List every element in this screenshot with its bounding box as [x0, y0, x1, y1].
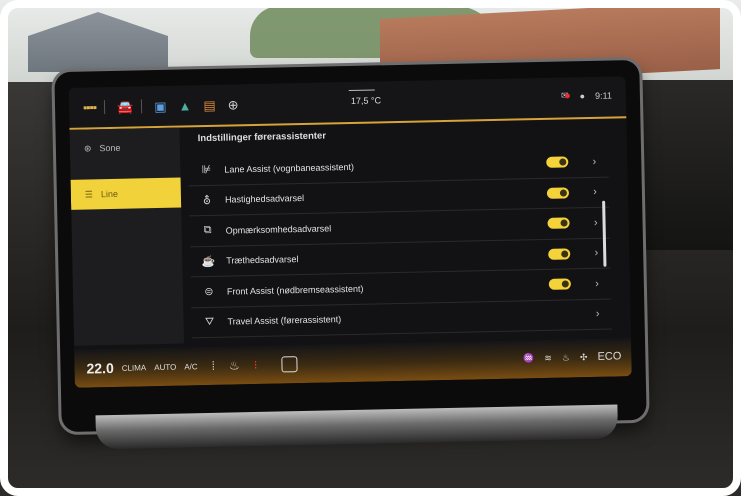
row-label: Front Assist (nødbremseassistent) — [226, 283, 364, 297]
sidebar-item-sone[interactable]: ⊛ Sone — [70, 132, 181, 164]
front-defrost-icon[interactable]: ≋ — [544, 352, 552, 363]
outside-temperature: 17,5 °C — [350, 95, 382, 106]
temp-divider — [348, 89, 375, 92]
toggle-switch[interactable] — [546, 187, 570, 199]
add-shortcut-icon[interactable]: ⊕ — [228, 97, 239, 112]
chevron-right-icon[interactable]: › — [592, 156, 596, 168]
status-bar: ▪▪▪▪ 🚘 ▣ ▲ ▤ ⊕ 17,5 °C ✉ ● 9:11 — [68, 76, 627, 130]
climate-label[interactable]: CLIMA — [122, 363, 147, 373]
rear-defrost-icon[interactable]: ♒ — [523, 353, 534, 364]
row-label: Lane Assist (vognbaneassistent) — [224, 161, 355, 175]
ac-label[interactable]: A/C — [184, 362, 198, 371]
toggle-switch[interactable] — [547, 217, 570, 230]
user-icon[interactable]: ● — [580, 91, 586, 101]
lane-assist-icon: ⊯ — [201, 164, 212, 177]
seat-icon[interactable]: ♨ — [562, 352, 570, 363]
divider — [103, 100, 106, 115]
divider-icon: ⁞ — [211, 358, 216, 373]
sidebar-item-label: Line — [100, 188, 119, 200]
chevron-right-icon[interactable]: › — [595, 278, 599, 290]
navigation-app-icon[interactable]: ▲ — [178, 98, 191, 113]
sidebar-item-label: Sone — [99, 142, 121, 154]
climate-controls-right: ♒ ≋ ♨ ✣ ECO — [523, 350, 621, 364]
lines-icon: ☰ — [84, 188, 94, 200]
chevron-right-icon[interactable]: › — [596, 308, 600, 320]
row-label: Travel Assist (førerassistent) — [227, 314, 342, 327]
clock: 9:11 — [594, 89, 612, 101]
travel-assist-icon: ⛛ — [204, 315, 215, 328]
attention-warning-icon: ⧉ — [203, 224, 212, 237]
eco-label[interactable]: ECO — [597, 350, 621, 362]
hazard-icon[interactable]: ⁝ — [254, 358, 258, 372]
screen: ▪▪▪▪ 🚘 ▣ ▲ ▤ ⊕ 17,5 °C ✉ ● 9:11 ⊛ Sone ☰ — [68, 76, 632, 388]
chevron-right-icon[interactable]: › — [594, 217, 598, 229]
front-assist-icon: ⊜ — [204, 286, 214, 299]
sidebar: ⊛ Sone ☰ Line — [69, 127, 185, 346]
divider — [141, 99, 143, 114]
driver-temperature[interactable]: 22.0 — [86, 360, 114, 377]
settings-panel: Indstillinger førerassistenter ⊯ Lane As… — [188, 125, 612, 344]
apps-grid-icon[interactable]: ▪▪▪▪ — [83, 100, 96, 114]
chevron-right-icon[interactable]: › — [593, 186, 597, 198]
auto-label[interactable]: AUTO — [154, 362, 176, 371]
toggle-switch[interactable] — [546, 156, 569, 169]
seat-heat-icon[interactable]: ♨ — [229, 358, 240, 372]
climate-bar: 22.0 CLIMA AUTO A/C ⁞ ♨ ⁝ ♒ ≋ ♨ ✣ ECO — [74, 338, 632, 388]
home-button[interactable] — [281, 356, 298, 373]
car-icon[interactable]: 🚘 — [117, 99, 133, 114]
infotainment-display: ▪▪▪▪ 🚘 ▣ ▲ ▤ ⊕ 17,5 °C ✉ ● 9:11 ⊛ Sone ☰ — [54, 59, 647, 450]
toggle-switch[interactable] — [548, 248, 571, 260]
row-label: Trætheds­advarsel — [226, 254, 299, 266]
media-app-icon[interactable]: ▤ — [203, 97, 216, 112]
steering-wheel-icon: ⊛ — [83, 142, 92, 154]
row-label: Opmærksomhedsadvarsel — [225, 223, 332, 236]
status-indicators: ✉ ● 9:11 — [561, 89, 612, 101]
speed-warning-icon: ⛢ — [202, 194, 212, 207]
fatigue-warning-icon: ☕ — [201, 255, 216, 268]
toggle-switch[interactable] — [548, 278, 571, 291]
fan-icon[interactable]: ✣ — [580, 352, 588, 363]
phone-app-icon[interactable]: ▣ — [154, 98, 167, 113]
row-label: Hastighedsadvarsel — [224, 193, 305, 205]
notification-icon[interactable]: ✉ — [561, 90, 570, 101]
sidebar-item-line[interactable]: ☰ Line — [70, 177, 182, 210]
chevron-right-icon[interactable]: › — [594, 247, 598, 259]
